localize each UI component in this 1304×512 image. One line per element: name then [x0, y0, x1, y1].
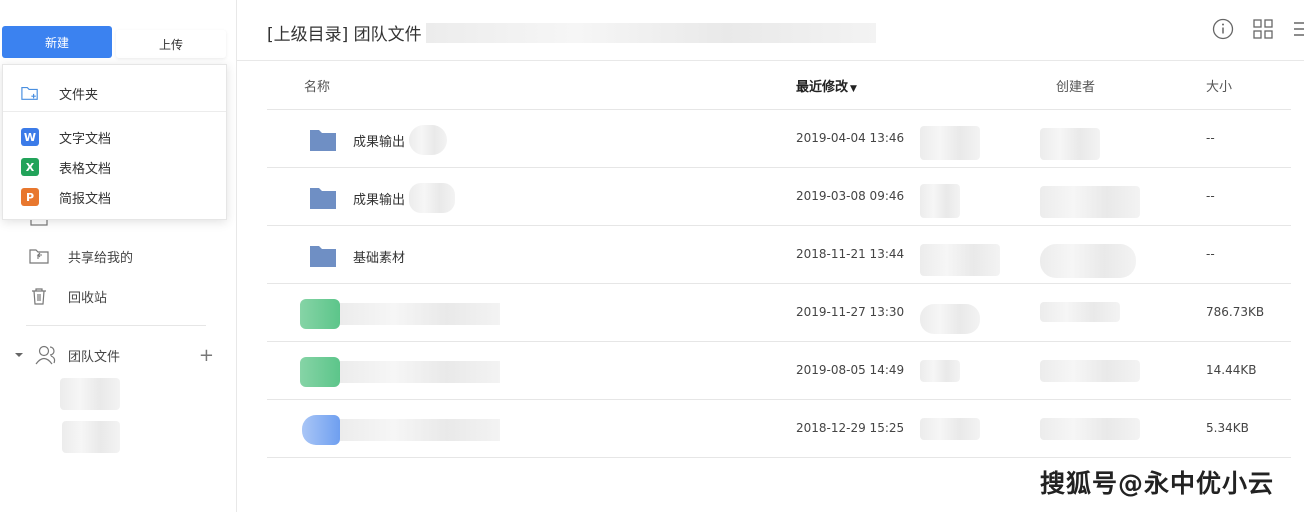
- nav-label-recycle: 回收站: [68, 290, 108, 306]
- upload-button[interactable]: 上传: [116, 30, 226, 58]
- column-header-modified[interactable]: 最近修改 ▼: [796, 76, 857, 95]
- nav-item-recycle-bin[interactable]: 回收站: [28, 284, 107, 308]
- spreadsheet-icon: [300, 299, 340, 329]
- breadcrumb: [上级目录] 团队文件: [267, 20, 876, 45]
- file-name-cell: [302, 415, 500, 445]
- watermark: 搜狐号@永中优小云: [1039, 469, 1274, 498]
- spreadsheet-icon: X: [21, 158, 39, 176]
- folder-icon: [310, 188, 336, 209]
- file-size: --: [1206, 247, 1215, 261]
- redacted-text: [920, 184, 960, 218]
- redacted-text: [920, 418, 980, 440]
- caret-down-icon[interactable]: [14, 350, 24, 360]
- table-row[interactable]: 成果输出 2019-03-08 09:46 --: [267, 168, 1291, 226]
- column-header-creator[interactable]: 创建者: [1056, 76, 1095, 95]
- file-size: 5.34KB: [1206, 421, 1249, 435]
- redacted-file-name: [340, 303, 500, 325]
- table-row[interactable]: 2019-11-27 13:30 786.73KB: [267, 284, 1291, 342]
- new-menu-slides[interactable]: P 简报文档: [3, 184, 226, 210]
- redacted-creator: [1040, 244, 1136, 278]
- file-name[interactable]: 基础素材: [353, 247, 405, 266]
- modified-date: 2019-03-08 09:46: [796, 189, 905, 203]
- table-row[interactable]: 成果输出 2019-04-04 13:46 --: [267, 110, 1291, 168]
- team-files-item[interactable]: 团队文件 +: [14, 343, 220, 367]
- nav-label-shared: 共享给我的: [68, 250, 134, 266]
- sidebar-divider: [26, 325, 206, 326]
- word-doc-icon: W: [21, 128, 39, 146]
- folder-icon: [310, 130, 336, 151]
- redacted-text: [920, 126, 980, 160]
- file-size: 14.44KB: [1206, 363, 1257, 377]
- presentation-icon: P: [21, 188, 39, 206]
- modified-date: 2018-12-29 15:25: [796, 421, 905, 435]
- main-panel: [上级目录] 团队文件 名称 最近修改 ▼ 创建者 大小 成果输出 2019-04…: [237, 0, 1304, 512]
- redacted-text: [920, 244, 1000, 276]
- new-button[interactable]: 新建: [2, 26, 112, 58]
- file-name-cell: [300, 357, 500, 387]
- folder-add-icon: [21, 84, 39, 102]
- folder-icon: [310, 246, 336, 267]
- breadcrumb-text[interactable]: [上级目录] 团队文件: [267, 20, 422, 45]
- new-menu: 文件夹 W 文字文档 X 表格文档 P 简报文档: [2, 64, 227, 220]
- redacted-creator: [1040, 128, 1100, 160]
- redacted-text: [409, 125, 448, 155]
- row-divider: [267, 457, 1291, 458]
- redacted-text: [920, 304, 980, 334]
- column-header-size[interactable]: 大小: [1206, 76, 1232, 95]
- redacted-team-item[interactable]: [62, 421, 120, 453]
- new-menu-word[interactable]: W 文字文档: [3, 124, 226, 150]
- file-name[interactable]: 成果输出: [353, 131, 405, 150]
- list-view-icon[interactable]: [1292, 18, 1304, 40]
- redacted-creator: [1040, 186, 1140, 218]
- redacted-file-name: [340, 361, 500, 383]
- file-name[interactable]: 成果输出: [353, 189, 405, 208]
- file-size: --: [1206, 131, 1215, 145]
- new-menu-sheet[interactable]: X 表格文档: [3, 154, 226, 180]
- add-team-icon[interactable]: +: [199, 345, 214, 366]
- redacted-creator: [1040, 302, 1120, 322]
- grid-view-icon[interactable]: [1252, 18, 1274, 40]
- file-name-cell: 成果输出: [309, 125, 448, 155]
- sort-desc-icon: ▼: [850, 84, 857, 94]
- new-menu-slides-label: 简报文档: [59, 191, 112, 207]
- redacted-path: [425, 22, 876, 43]
- table-row[interactable]: 基础素材 2018-11-21 13:44 --: [267, 226, 1291, 284]
- table-row[interactable]: 2018-12-29 15:25 5.34KB: [267, 400, 1291, 458]
- document-icon: [302, 415, 340, 445]
- new-menu-sheet-label: 表格文档: [59, 161, 112, 177]
- new-menu-folder[interactable]: 文件夹: [3, 80, 226, 106]
- redacted-creator: [1040, 360, 1140, 382]
- file-size: 786.73KB: [1206, 305, 1265, 319]
- redacted-file-name: [340, 419, 500, 441]
- team-files-label: 团队文件: [68, 349, 121, 365]
- trash-icon: [32, 288, 46, 305]
- redacted-text: [409, 183, 456, 213]
- new-menu-folder-label: 文件夹: [59, 87, 99, 103]
- shared-folder-icon: [29, 249, 49, 264]
- nav-item-shared-with-me[interactable]: 共享给我的: [28, 244, 133, 268]
- spreadsheet-icon: [300, 357, 340, 387]
- redacted-team-item[interactable]: [60, 378, 120, 410]
- header-divider: [237, 60, 1304, 61]
- menu-divider: [3, 111, 226, 112]
- modified-date: 2018-11-21 13:44: [796, 247, 905, 261]
- table-row[interactable]: 2019-08-05 14:49 14.44KB: [267, 342, 1291, 400]
- modified-date: 2019-11-27 13:30: [796, 305, 905, 319]
- redacted-creator: [1040, 418, 1140, 440]
- team-icon: [35, 345, 56, 365]
- column-header-name[interactable]: 名称: [304, 76, 330, 95]
- sidebar: 新建 上传 文件夹 W 文字文档 X 表格文档 P 简报文档 共享给我的 回收站…: [0, 0, 237, 512]
- modified-date: 2019-08-05 14:49: [796, 363, 905, 377]
- file-name-cell: 成果输出: [309, 183, 456, 213]
- table-header: 名称 最近修改 ▼ 创建者 大小: [267, 70, 1304, 102]
- redacted-text: [920, 360, 960, 382]
- file-size: --: [1206, 189, 1215, 203]
- file-name-cell: 基础素材: [309, 242, 405, 270]
- new-menu-word-label: 文字文档: [59, 131, 112, 147]
- info-icon[interactable]: [1212, 18, 1234, 40]
- file-name-cell: [300, 299, 500, 329]
- modified-date: 2019-04-04 13:46: [796, 131, 905, 145]
